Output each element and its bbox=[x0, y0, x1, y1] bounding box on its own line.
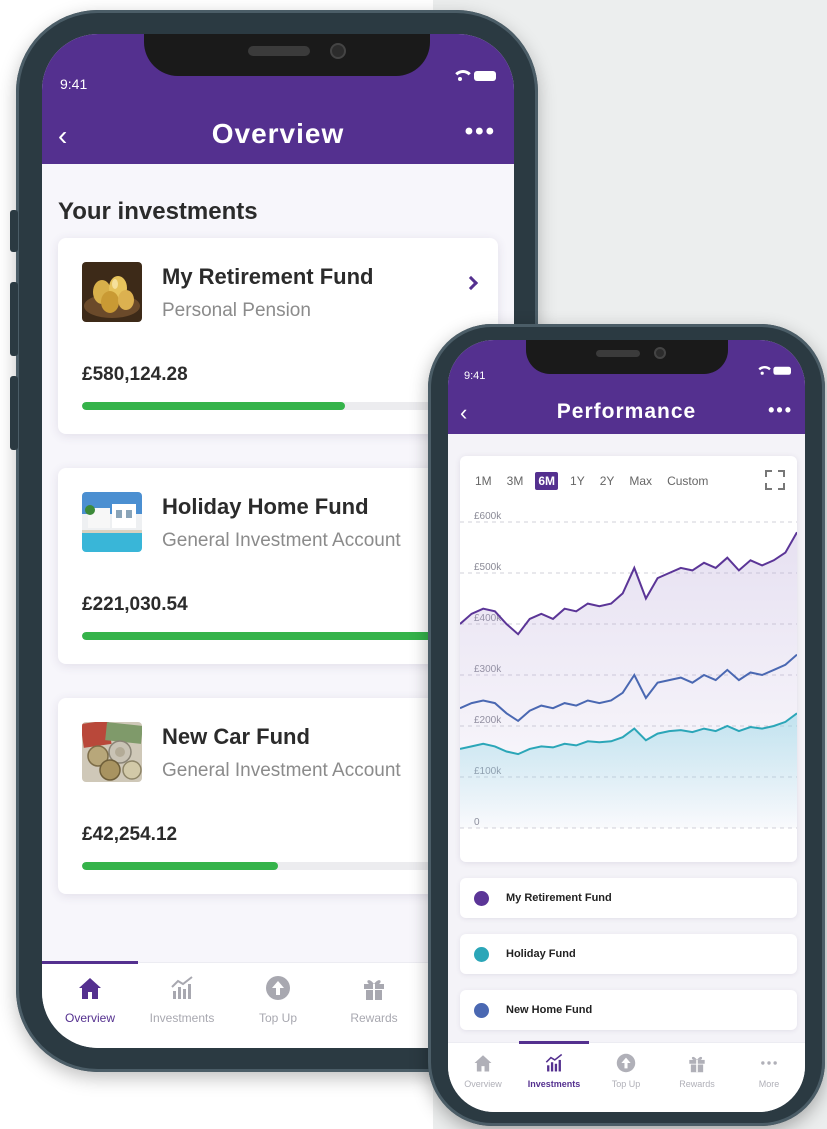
tab-label: Top Up bbox=[258, 1011, 298, 1025]
progress-fill bbox=[82, 402, 345, 410]
speaker bbox=[248, 46, 310, 56]
arrow-up-circle-icon bbox=[616, 1053, 636, 1073]
performance-line-chart: 0£100k£200k£300k£400k£500k£600k bbox=[460, 511, 797, 829]
tab-overview[interactable]: Overview bbox=[42, 961, 138, 1025]
tab-label: Overview bbox=[64, 1011, 115, 1025]
legend-item-holiday[interactable]: Holiday Fund bbox=[460, 934, 797, 974]
fullscreen-icon[interactable] bbox=[765, 470, 785, 490]
fund-value: £580,124.28 bbox=[82, 364, 188, 385]
fund-name: Holiday Home Fund bbox=[162, 494, 369, 519]
coins-notes-image bbox=[82, 722, 142, 782]
status-icons bbox=[452, 70, 496, 82]
villa-pool-image bbox=[82, 492, 142, 552]
arrow-up-circle-icon bbox=[266, 976, 290, 1000]
fund-progress-bar bbox=[82, 862, 474, 870]
camera bbox=[330, 43, 346, 59]
tab-label: Overview bbox=[464, 1079, 502, 1089]
page-title: Overview bbox=[211, 118, 345, 149]
status-time: 9:41 bbox=[464, 370, 486, 382]
legend-label: Holiday Fund bbox=[506, 948, 576, 960]
fund-progress-bar bbox=[82, 402, 474, 410]
active-tab-indicator bbox=[42, 961, 138, 964]
mute-switch bbox=[10, 210, 18, 252]
more-dots-icon bbox=[761, 1061, 777, 1065]
nav-header: 9:41 ‹ Performance ••• bbox=[448, 340, 805, 434]
volume-up-button bbox=[10, 282, 18, 356]
page-title: Performance bbox=[556, 400, 697, 423]
more-options-icon[interactable]: ••• bbox=[465, 118, 496, 146]
y-tick-label: £600k bbox=[474, 511, 502, 522]
gift-icon bbox=[364, 980, 384, 1000]
fund-progress-bar bbox=[82, 632, 474, 640]
fund-value: £42,254.12 bbox=[82, 824, 178, 845]
fund-value: £221,030.54 bbox=[82, 594, 188, 615]
tab-more[interactable]: More bbox=[734, 1043, 804, 1089]
investments-chart-icon bbox=[545, 1053, 563, 1072]
tab-label: Top Up bbox=[611, 1079, 641, 1089]
status-time: 9:41 bbox=[60, 76, 88, 92]
fund-type: General Investment Account bbox=[162, 530, 401, 551]
notch bbox=[144, 34, 430, 76]
performance-screen: 9:41 ‹ Performance ••• 1M 3M 6M 1Y 2Y Ma… bbox=[448, 340, 805, 1112]
wifi-icon bbox=[452, 70, 474, 82]
legend-dot-icon bbox=[474, 1002, 489, 1018]
volume-down-button bbox=[10, 376, 18, 450]
range-2y[interactable]: 2Y bbox=[597, 472, 618, 490]
status-icons bbox=[755, 366, 791, 376]
investments-chart-icon bbox=[171, 976, 193, 999]
range-1y[interactable]: 1Y bbox=[567, 472, 588, 490]
tab-rewards[interactable]: Rewards bbox=[662, 1043, 732, 1089]
tab-investments[interactable]: Investments bbox=[134, 963, 230, 1025]
tab-label: Rewards bbox=[350, 1011, 398, 1025]
legend-label: My Retirement Fund bbox=[506, 892, 612, 904]
more-options-icon[interactable]: ••• bbox=[768, 400, 793, 421]
phone-performance: 9:41 ‹ Performance ••• 1M 3M 6M 1Y 2Y Ma… bbox=[428, 324, 825, 1126]
range-custom[interactable]: Custom bbox=[664, 472, 711, 490]
tab-label: Investments bbox=[149, 1011, 215, 1025]
battery-icon bbox=[773, 366, 791, 375]
tab-label: More bbox=[758, 1079, 780, 1089]
performance-chart-card: 1M 3M 6M 1Y 2Y Max Custom £500k £600k bbox=[460, 456, 797, 862]
active-tab-indicator bbox=[519, 1041, 589, 1044]
nav-header: 9:41 ‹ Overview ••• bbox=[42, 34, 514, 164]
tab-overview[interactable]: Overview bbox=[448, 1043, 518, 1089]
range-1m[interactable]: 1M bbox=[472, 472, 495, 490]
tab-rewards[interactable]: Rewards bbox=[326, 963, 422, 1025]
notch bbox=[526, 340, 728, 374]
progress-fill bbox=[82, 632, 435, 640]
wifi-icon bbox=[755, 366, 774, 376]
legend-item-new-home[interactable]: New Home Fund bbox=[460, 990, 797, 1030]
tab-label: Investments bbox=[527, 1079, 581, 1089]
golden-eggs-image bbox=[82, 262, 142, 322]
battery-icon bbox=[474, 71, 496, 81]
legend-dot-icon bbox=[474, 946, 489, 962]
gift-icon bbox=[689, 1056, 705, 1073]
speaker bbox=[596, 350, 640, 357]
section-title: Your investments bbox=[58, 198, 258, 225]
tab-top-up[interactable]: Top Up bbox=[230, 963, 326, 1025]
legend-dot-icon bbox=[474, 890, 489, 906]
fund-name: New Car Fund bbox=[162, 724, 310, 749]
tab-investments[interactable]: Investments bbox=[519, 1041, 589, 1089]
tab-top-up[interactable]: Top Up bbox=[591, 1043, 661, 1089]
y-tick-label: £500k bbox=[474, 562, 502, 573]
range-selector: 1M 3M 6M 1Y 2Y Max Custom bbox=[472, 472, 711, 490]
fund-type: Personal Pension bbox=[162, 300, 311, 321]
tab-bar: Overview Investments Top Up bbox=[448, 1041, 805, 1112]
range-3m[interactable]: 3M bbox=[504, 472, 527, 490]
progress-fill bbox=[82, 862, 278, 870]
range-6m[interactable]: 6M bbox=[535, 472, 559, 490]
chevron-right-icon[interactable] bbox=[463, 275, 479, 291]
legend-item-retirement[interactable]: My Retirement Fund bbox=[460, 878, 797, 918]
home-icon bbox=[474, 1055, 492, 1072]
home-icon bbox=[79, 978, 101, 999]
camera bbox=[654, 347, 666, 359]
legend-label: New Home Fund bbox=[506, 1004, 593, 1016]
fund-type: General Investment Account bbox=[162, 760, 401, 781]
range-max[interactable]: Max bbox=[626, 472, 655, 490]
fund-name: My Retirement Fund bbox=[162, 264, 374, 289]
tab-label: Rewards bbox=[679, 1079, 715, 1089]
